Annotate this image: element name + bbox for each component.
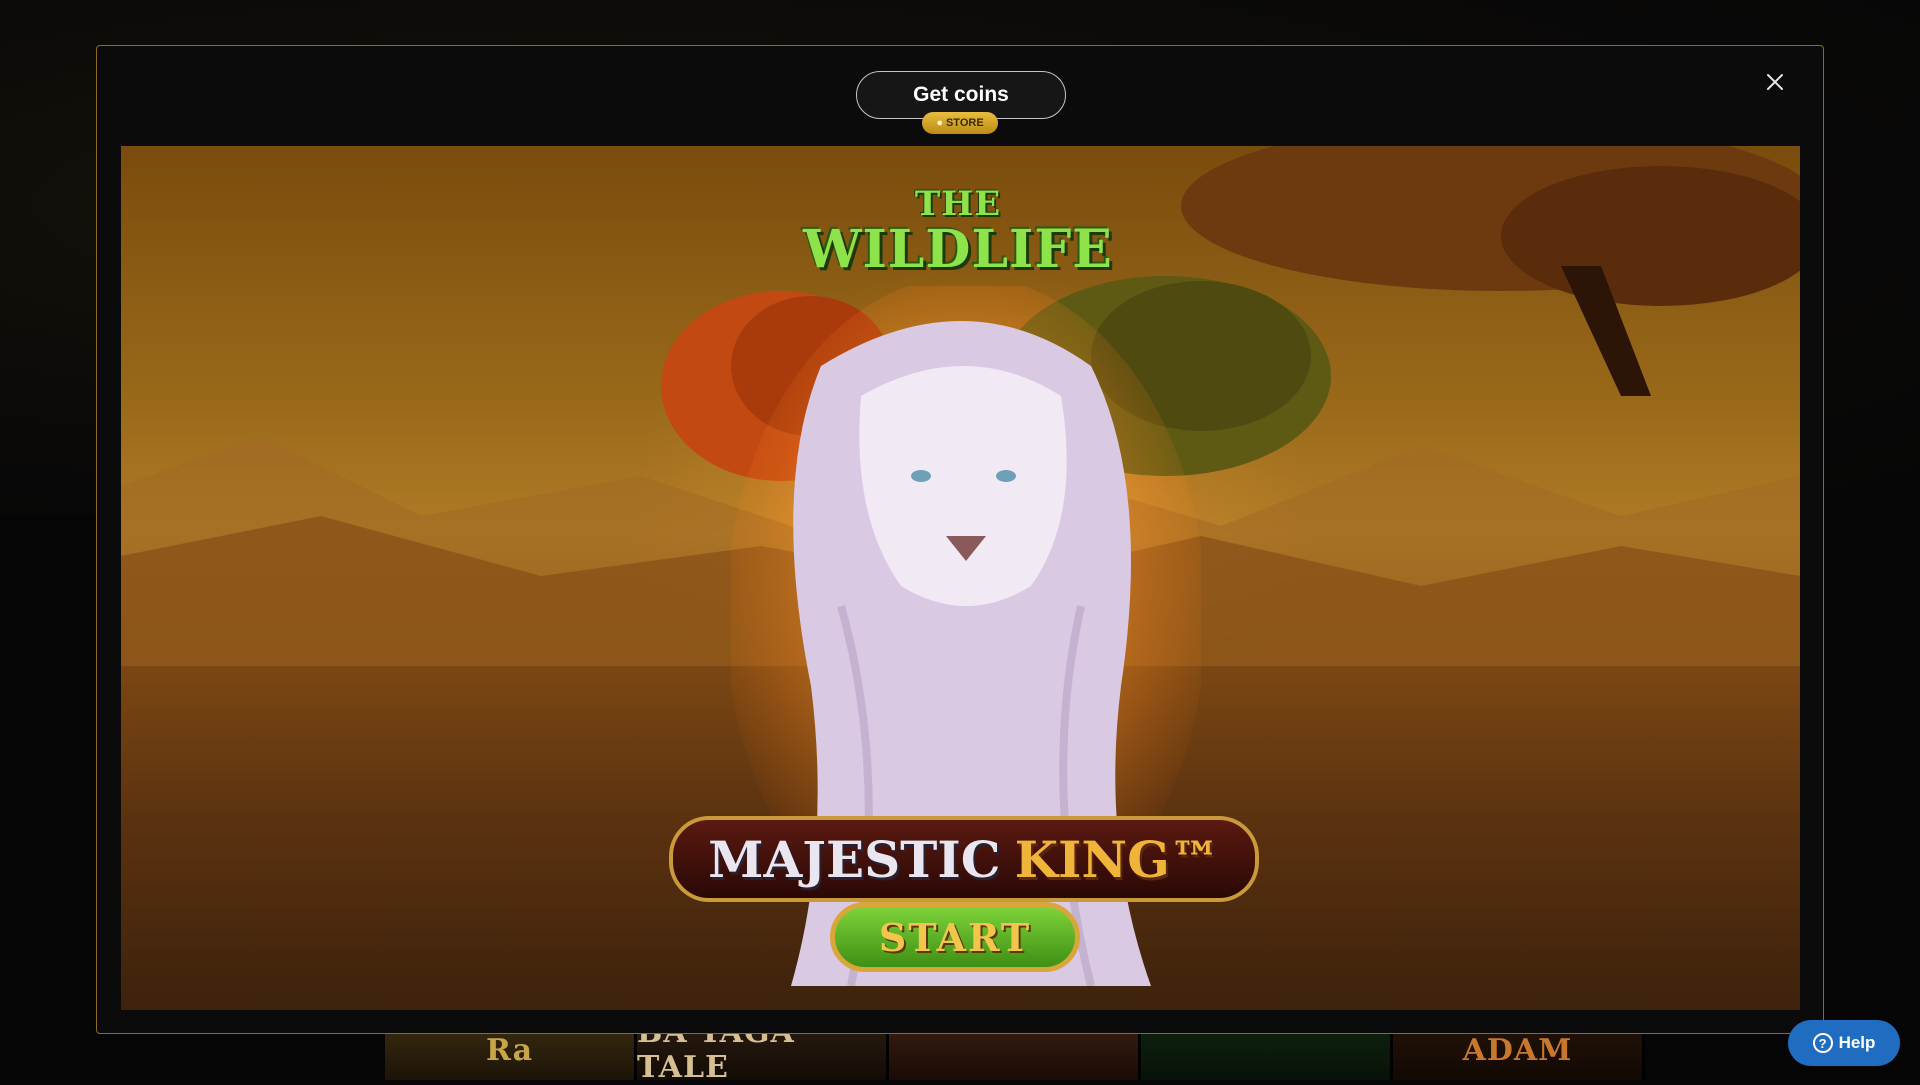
start-button[interactable]: START <box>830 902 1080 972</box>
store-badge[interactable]: ● STORE <box>922 112 998 134</box>
game-title-plate: MAJESTIC KING™ <box>669 816 1259 902</box>
help-button[interactable]: ? Help <box>1788 1020 1900 1066</box>
wildlife-logo: THE WILDLIFE <box>803 166 1113 316</box>
logo-the-text: THE <box>914 184 1002 224</box>
close-button[interactable] <box>1761 68 1789 96</box>
help-label: Help <box>1838 1033 1876 1052</box>
close-icon <box>1767 74 1783 90</box>
game-modal: Get coins ● STORE THE WILDLIFE MAJESTIC … <box>96 45 1824 1034</box>
help-icon: ? <box>1812 1033 1833 1053</box>
title-king-text: KING™ <box>1014 829 1220 889</box>
store-badge-label: STORE <box>945 117 984 129</box>
title-majestic-text: MAJESTIC <box>708 829 1001 889</box>
get-coins-label: Get coins <box>913 83 1009 106</box>
coin-icon: ● <box>936 117 943 129</box>
logo-wildlife-text: WILDLIFE <box>803 219 1113 280</box>
start-label: START <box>878 914 1032 960</box>
game-splash-screen[interactable]: THE WILDLIFE MAJESTIC KING™ START <box>121 146 1800 1010</box>
help-icon-glyph: ? <box>1818 1035 1827 1051</box>
